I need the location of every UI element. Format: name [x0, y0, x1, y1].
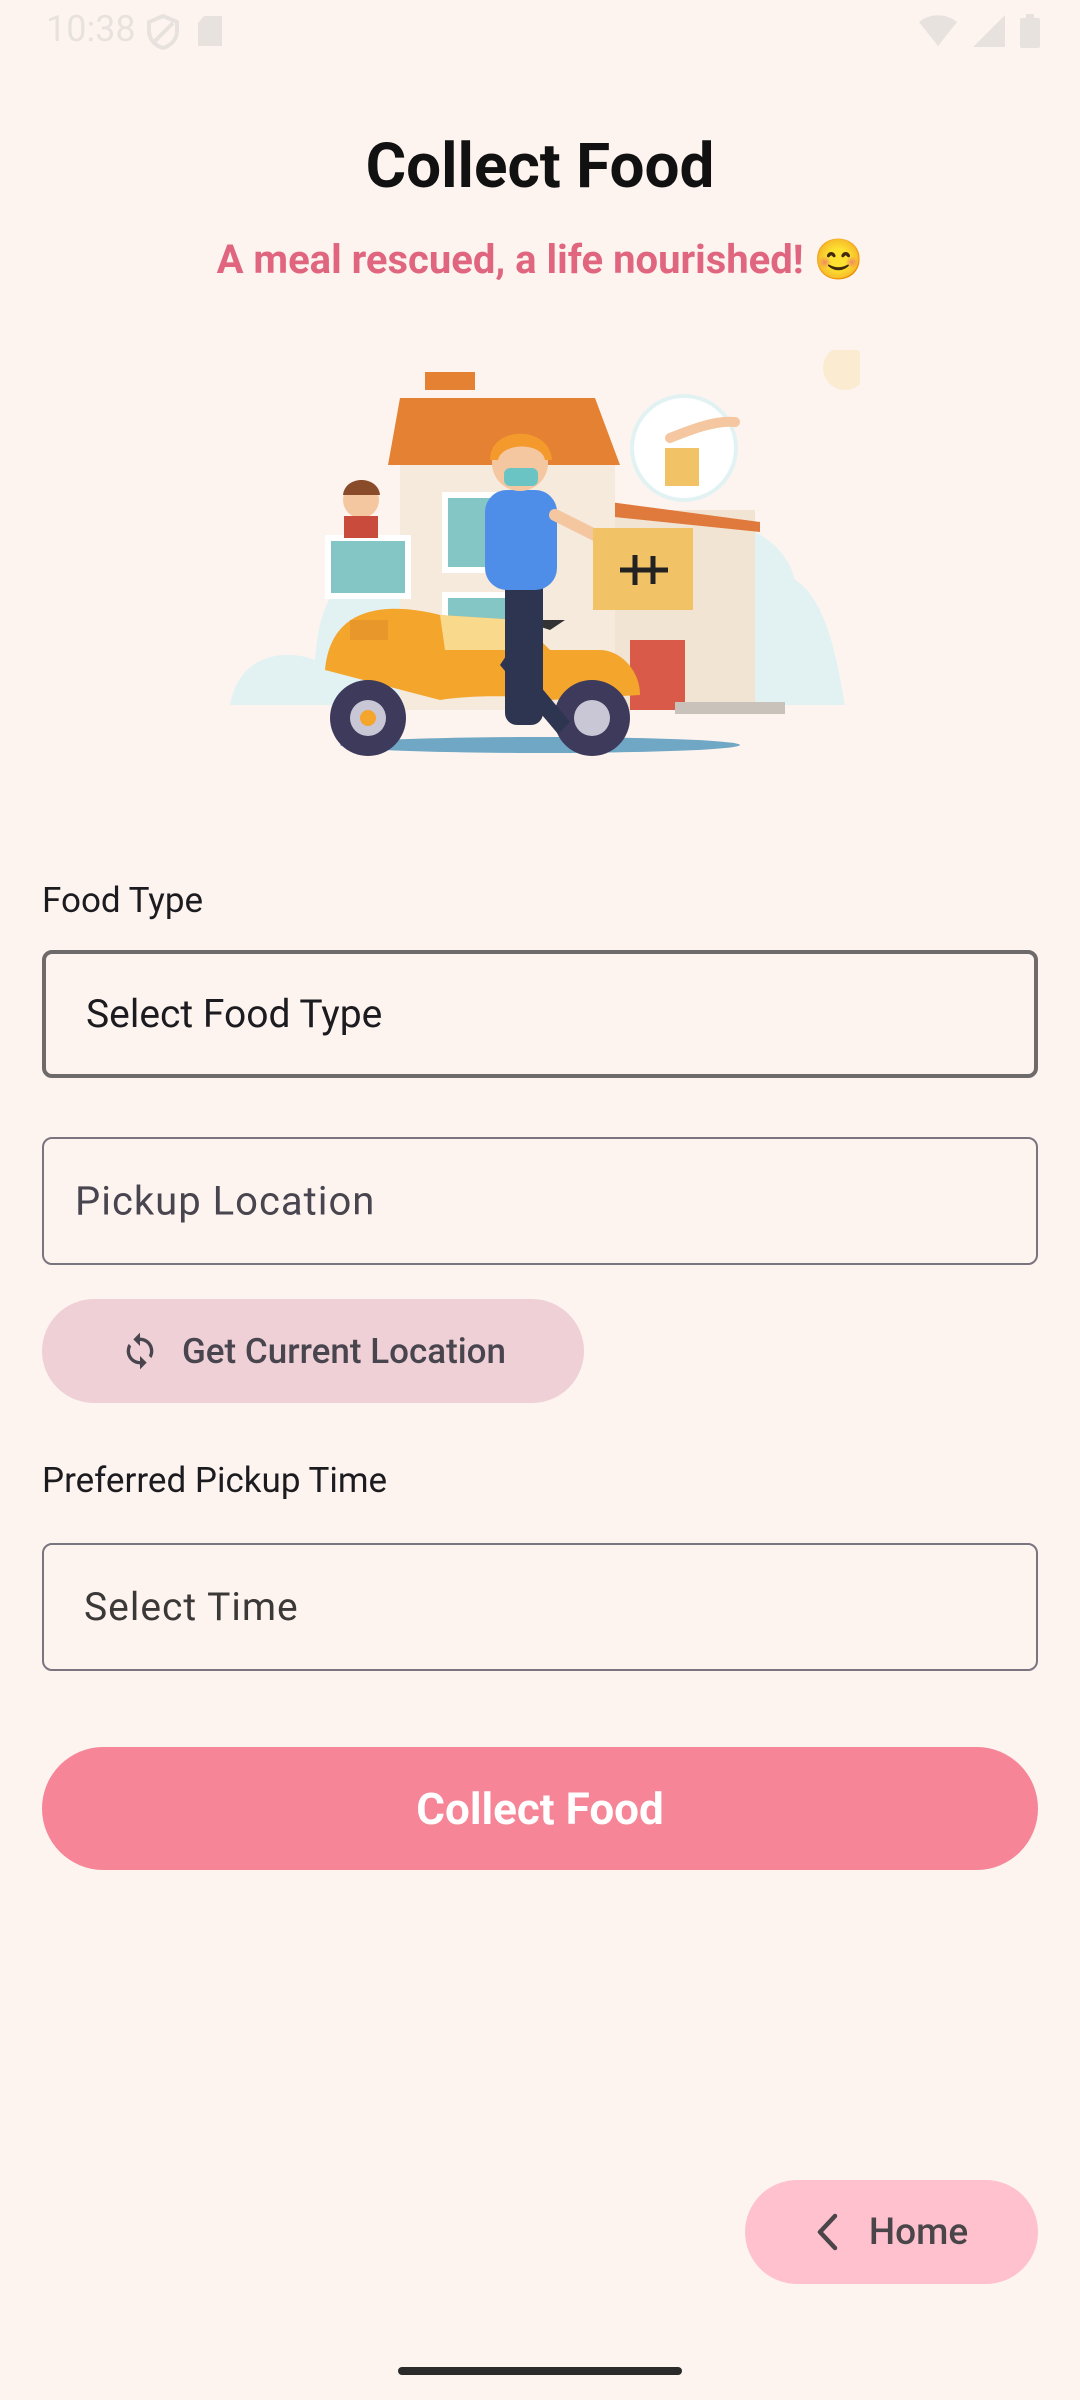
sd-card-icon [198, 16, 222, 46]
collect-food-label: Collect Food [416, 1782, 664, 1835]
delivery-illustration [230, 350, 860, 756]
screen: 10:38 Collect Food A meal rescued, a lif… [0, 0, 1080, 2400]
food-type-dropdown[interactable]: Select Food Type [42, 950, 1038, 1078]
collect-food-button[interactable]: Collect Food [42, 1747, 1038, 1870]
shield-icon [147, 14, 179, 50]
pickup-location-placeholder: Pickup Location [75, 1177, 376, 1225]
status-left-icons [146, 14, 224, 50]
pickup-location-input[interactable]: Pickup Location [42, 1137, 1038, 1265]
page-subtitle: A meal rescued, a life nourished! 😊 [216, 236, 864, 283]
pickup-time-value: Select Time [84, 1584, 299, 1630]
pickup-time-selector[interactable]: Select Time [42, 1543, 1038, 1671]
get-current-location-button[interactable]: Get Current Location [42, 1299, 584, 1403]
food-type-label: Food Type [42, 880, 204, 921]
battery-icon [1020, 14, 1040, 48]
signal-icon [973, 15, 1005, 47]
get-current-location-label: Get Current Location [181, 1330, 507, 1372]
page-title: Collect Food [365, 130, 715, 203]
status-right-icons [918, 14, 1040, 48]
pickup-time-label: Preferred Pickup Time [42, 1460, 388, 1501]
wifi-icon [919, 15, 957, 46]
chevron-left-icon [817, 2213, 838, 2251]
food-type-value: Select Food Type [86, 991, 383, 1037]
status-bar: 10:38 [0, 0, 1080, 64]
home-label: Home [868, 2210, 969, 2254]
status-time: 10:38 [46, 8, 136, 50]
refresh-icon [126, 1332, 154, 1370]
home-button[interactable]: Home [745, 2180, 1038, 2284]
gesture-navigation-bar[interactable] [398, 2367, 682, 2375]
